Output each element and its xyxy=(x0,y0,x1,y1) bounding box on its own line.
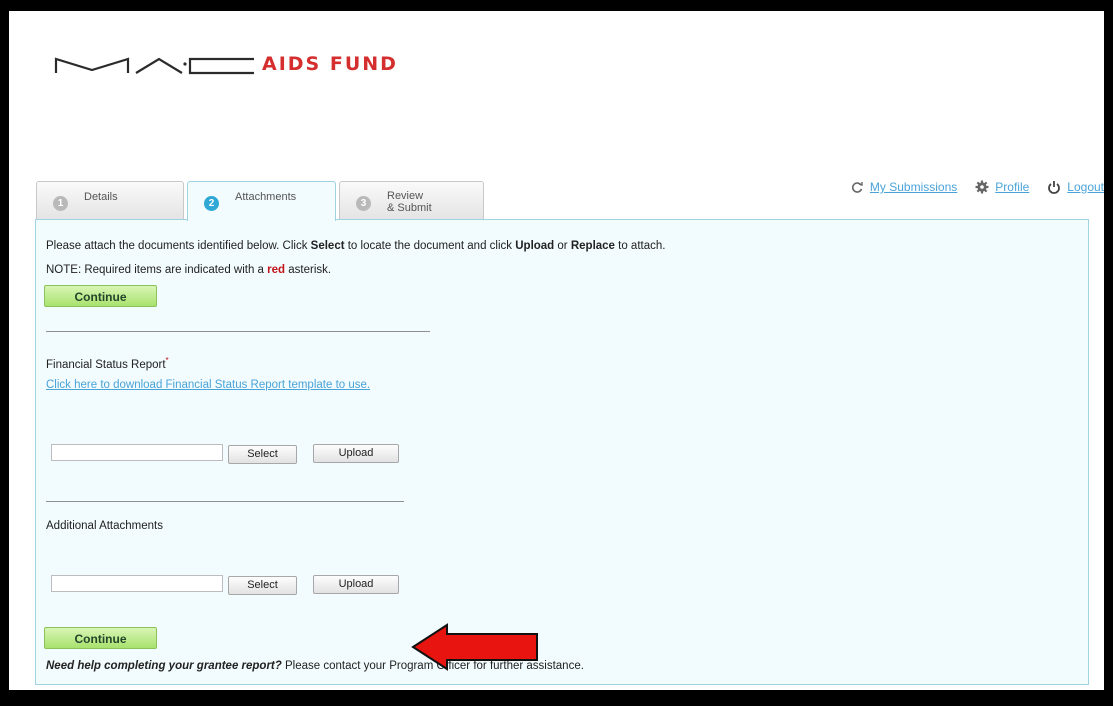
profile-link[interactable]: Profile xyxy=(995,180,1029,194)
top-navigation: My Submissions Profile Logout xyxy=(838,177,1104,197)
attachments-panel: Please attach the documents identified b… xyxy=(35,219,1089,685)
tab-label: Attachments xyxy=(235,191,297,203)
financial-select-button[interactable]: Select xyxy=(228,445,297,464)
power-icon xyxy=(1047,180,1061,194)
divider xyxy=(46,501,404,502)
nav-my-submissions[interactable]: My Submissions xyxy=(850,180,957,194)
refresh-icon xyxy=(850,180,864,194)
brand-name: AIDS FUND xyxy=(262,53,398,75)
my-submissions-link[interactable]: My Submissions xyxy=(870,180,957,194)
divider xyxy=(46,331,430,332)
logout-link[interactable]: Logout xyxy=(1067,180,1104,194)
additional-file-input[interactable] xyxy=(51,575,223,592)
additional-attachments-label: Additional Attachments xyxy=(46,520,163,532)
additional-upload-button[interactable]: Upload xyxy=(313,575,399,594)
red-arrow-annotation xyxy=(411,623,538,671)
continue-button-top[interactable]: Continue xyxy=(44,285,157,307)
download-template-link[interactable]: Click here to download Financial Status … xyxy=(46,379,370,391)
gear-icon xyxy=(975,180,989,194)
tab-review-submit[interactable]: 3 Review & Submit xyxy=(339,181,484,219)
mac-logo-mark xyxy=(54,57,254,75)
required-note: NOTE: Required items are indicated with … xyxy=(46,264,332,276)
nav-profile[interactable]: Profile xyxy=(975,180,1029,194)
continue-button-bottom[interactable]: Continue xyxy=(44,627,157,649)
tab-details[interactable]: 1 Details xyxy=(36,181,184,219)
financial-upload-button[interactable]: Upload xyxy=(313,444,399,463)
step-number-badge: 2 xyxy=(204,196,219,211)
tab-label: Review & Submit xyxy=(387,190,432,214)
financial-status-report-label: Financial Status Report* xyxy=(46,356,169,371)
required-asterisk: * xyxy=(165,356,169,365)
tab-attachments[interactable]: 2 Attachments xyxy=(187,181,336,221)
instructions-text: Please attach the documents identified b… xyxy=(46,240,666,252)
additional-select-button[interactable]: Select xyxy=(228,576,297,595)
tab-label: Details xyxy=(84,191,118,203)
page-frame: AIDS FUND My Submissions Profile Logout … xyxy=(9,11,1104,690)
step-number-badge: 1 xyxy=(53,196,68,211)
financial-file-input[interactable] xyxy=(51,444,223,461)
step-number-badge: 3 xyxy=(356,196,371,211)
nav-logout[interactable]: Logout xyxy=(1047,180,1104,194)
